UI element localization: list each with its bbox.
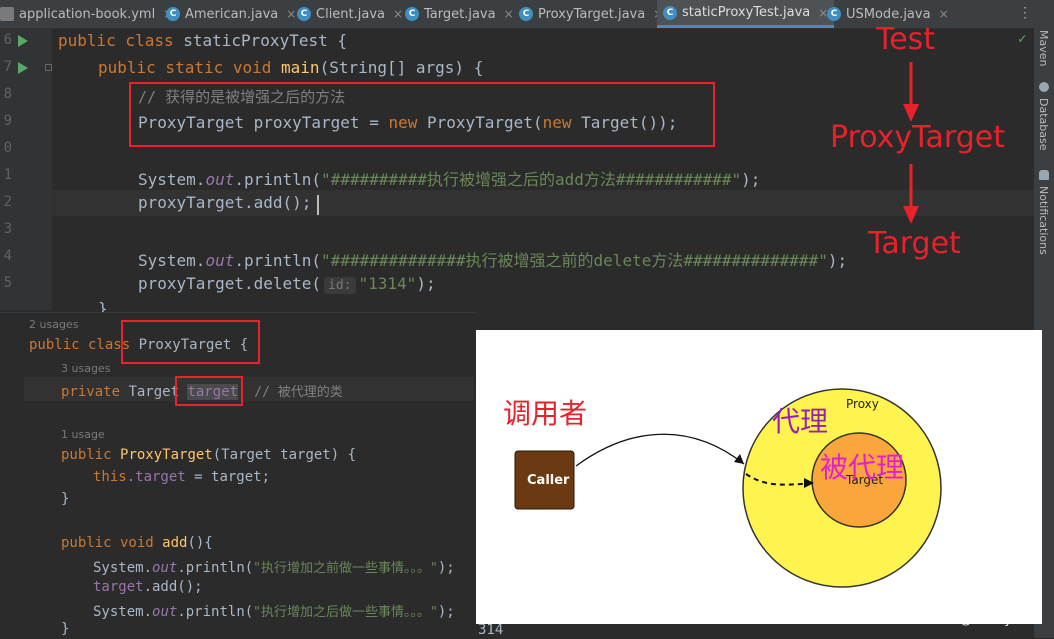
constructor-body[interactable]: this.target = target; — [93, 469, 270, 485]
line-number: 3 — [3, 221, 12, 237]
target-add-call[interactable]: target.add(); — [93, 579, 203, 595]
code-line-class-decl[interactable]: public class staticProxyTest { — [58, 31, 347, 50]
java-class-icon: C — [663, 5, 677, 20]
down-arrow-icon — [903, 62, 919, 122]
tab-target-java[interactable]: C Target.java × — [405, 0, 514, 28]
checkmark-icon: ✓ — [1018, 31, 1027, 47]
annotation-proxytarget: ProxyTarget — [830, 120, 1005, 155]
java-class-icon: C — [166, 7, 180, 21]
line-number: 0 — [3, 140, 12, 156]
line-number: 1 — [3, 167, 12, 183]
code-line-delete-call[interactable]: proxyTarget.delete(id: "1314"); — [138, 274, 436, 294]
tab-american-java[interactable]: C American.java × — [166, 0, 296, 28]
yaml-icon — [0, 7, 14, 21]
annotation-target: Target — [868, 226, 961, 261]
close-icon[interactable]: × — [393, 7, 403, 21]
param-hint: id: — [324, 277, 356, 294]
tab-client-java[interactable]: C Client.java × — [297, 0, 403, 28]
add-method-declaration[interactable]: public void add(){ — [61, 535, 213, 551]
watermark: CSDN @Parley620 — [918, 612, 1037, 627]
line-number: 7 — [3, 59, 12, 75]
annotation-test: Test — [876, 22, 936, 57]
java-class-icon: C — [827, 7, 841, 21]
tab-staticproxytest-java[interactable]: C staticProxyTest.java × — [657, 0, 835, 28]
tab-label: Client.java — [316, 6, 386, 22]
code-line-println-delete[interactable]: System.out.println("##############执行被增强之… — [138, 247, 847, 271]
database-icon — [1039, 82, 1049, 92]
line-number: 6 — [3, 32, 12, 48]
add-method-close[interactable]: } — [61, 621, 69, 637]
line-number: 9 — [3, 113, 12, 129]
tab-label: application-book.yml — [19, 6, 156, 22]
usage-hint[interactable]: 1 usage — [61, 428, 105, 441]
fold-icon[interactable] — [45, 64, 52, 71]
tab-proxytarget-java[interactable]: C ProxyTarget.java × — [519, 0, 663, 28]
peek-text: 314 — [478, 622, 504, 638]
code-line-add-call[interactable]: proxyTarget.add(); — [138, 193, 311, 212]
proxy-cn-label: 代理 — [772, 405, 829, 438]
maven-tool-button[interactable]: Maven — [1037, 30, 1050, 66]
highlight-box — [129, 82, 715, 147]
call-arrow — [575, 433, 745, 467]
proxy-diagram: 调用者 Caller 代理 Proxy Target 被代理 — [476, 330, 1042, 624]
close-icon[interactable]: × — [939, 7, 949, 21]
editor-gutter: 6 7 8 9 0 1 2 3 4 5 — [0, 28, 52, 310]
tab-label: staticProxyTest.java — [682, 5, 811, 20]
println-before[interactable]: System.out.println("执行增加之前做一些事情。。。"); — [93, 557, 455, 576]
target-cn-label: 被代理 — [820, 451, 905, 484]
line-number: 2 — [3, 194, 12, 210]
caller-label: Caller — [527, 473, 570, 488]
more-tabs-icon[interactable]: ⋮ — [1018, 5, 1032, 21]
println-after[interactable]: System.out.println("执行增加之后做一些事情。。。"); — [93, 601, 455, 620]
java-class-icon: C — [297, 7, 311, 21]
line-number: 8 — [3, 86, 12, 102]
database-tool-button[interactable]: Database — [1037, 98, 1050, 151]
usage-hint[interactable]: 3 usages — [61, 362, 110, 375]
run-class-icon[interactable] — [18, 35, 28, 47]
close-icon[interactable]: × — [286, 7, 296, 21]
constructor-close[interactable]: } — [61, 491, 69, 507]
down-arrow-icon — [903, 164, 919, 224]
java-class-icon: C — [519, 7, 533, 21]
tab-label: Target.java — [424, 6, 496, 22]
bell-icon — [1039, 170, 1049, 180]
tab-label: ProxyTarget.java — [538, 6, 646, 22]
close-icon[interactable]: × — [504, 7, 514, 21]
java-class-icon: C — [405, 7, 419, 21]
usage-hint[interactable]: 2 usages — [29, 318, 78, 331]
tab-label: American.java — [185, 6, 279, 22]
arrow-head — [734, 454, 744, 464]
run-main-icon[interactable] — [18, 62, 28, 74]
proxy-label: Proxy — [846, 397, 879, 411]
tab-application-book-yml[interactable]: application-book.yml × — [0, 0, 173, 28]
tab-label: USMode.java — [846, 6, 931, 22]
notifications-tool-button[interactable]: Notifications — [1037, 186, 1050, 255]
code-line-main[interactable]: public static void main(String[] args) { — [98, 58, 483, 77]
caller-cn-label: 调用者 — [503, 397, 588, 430]
highlight-box — [175, 376, 243, 406]
line-number: 4 — [3, 248, 12, 264]
line-number: 5 — [3, 275, 12, 291]
constructor-declaration[interactable]: public ProxyTarget(Target target) { — [61, 447, 356, 463]
highlight-box — [121, 320, 260, 364]
code-line-println-add[interactable]: System.out.println("##########执行被增强之后的ad… — [138, 166, 760, 190]
text-caret — [317, 195, 319, 215]
